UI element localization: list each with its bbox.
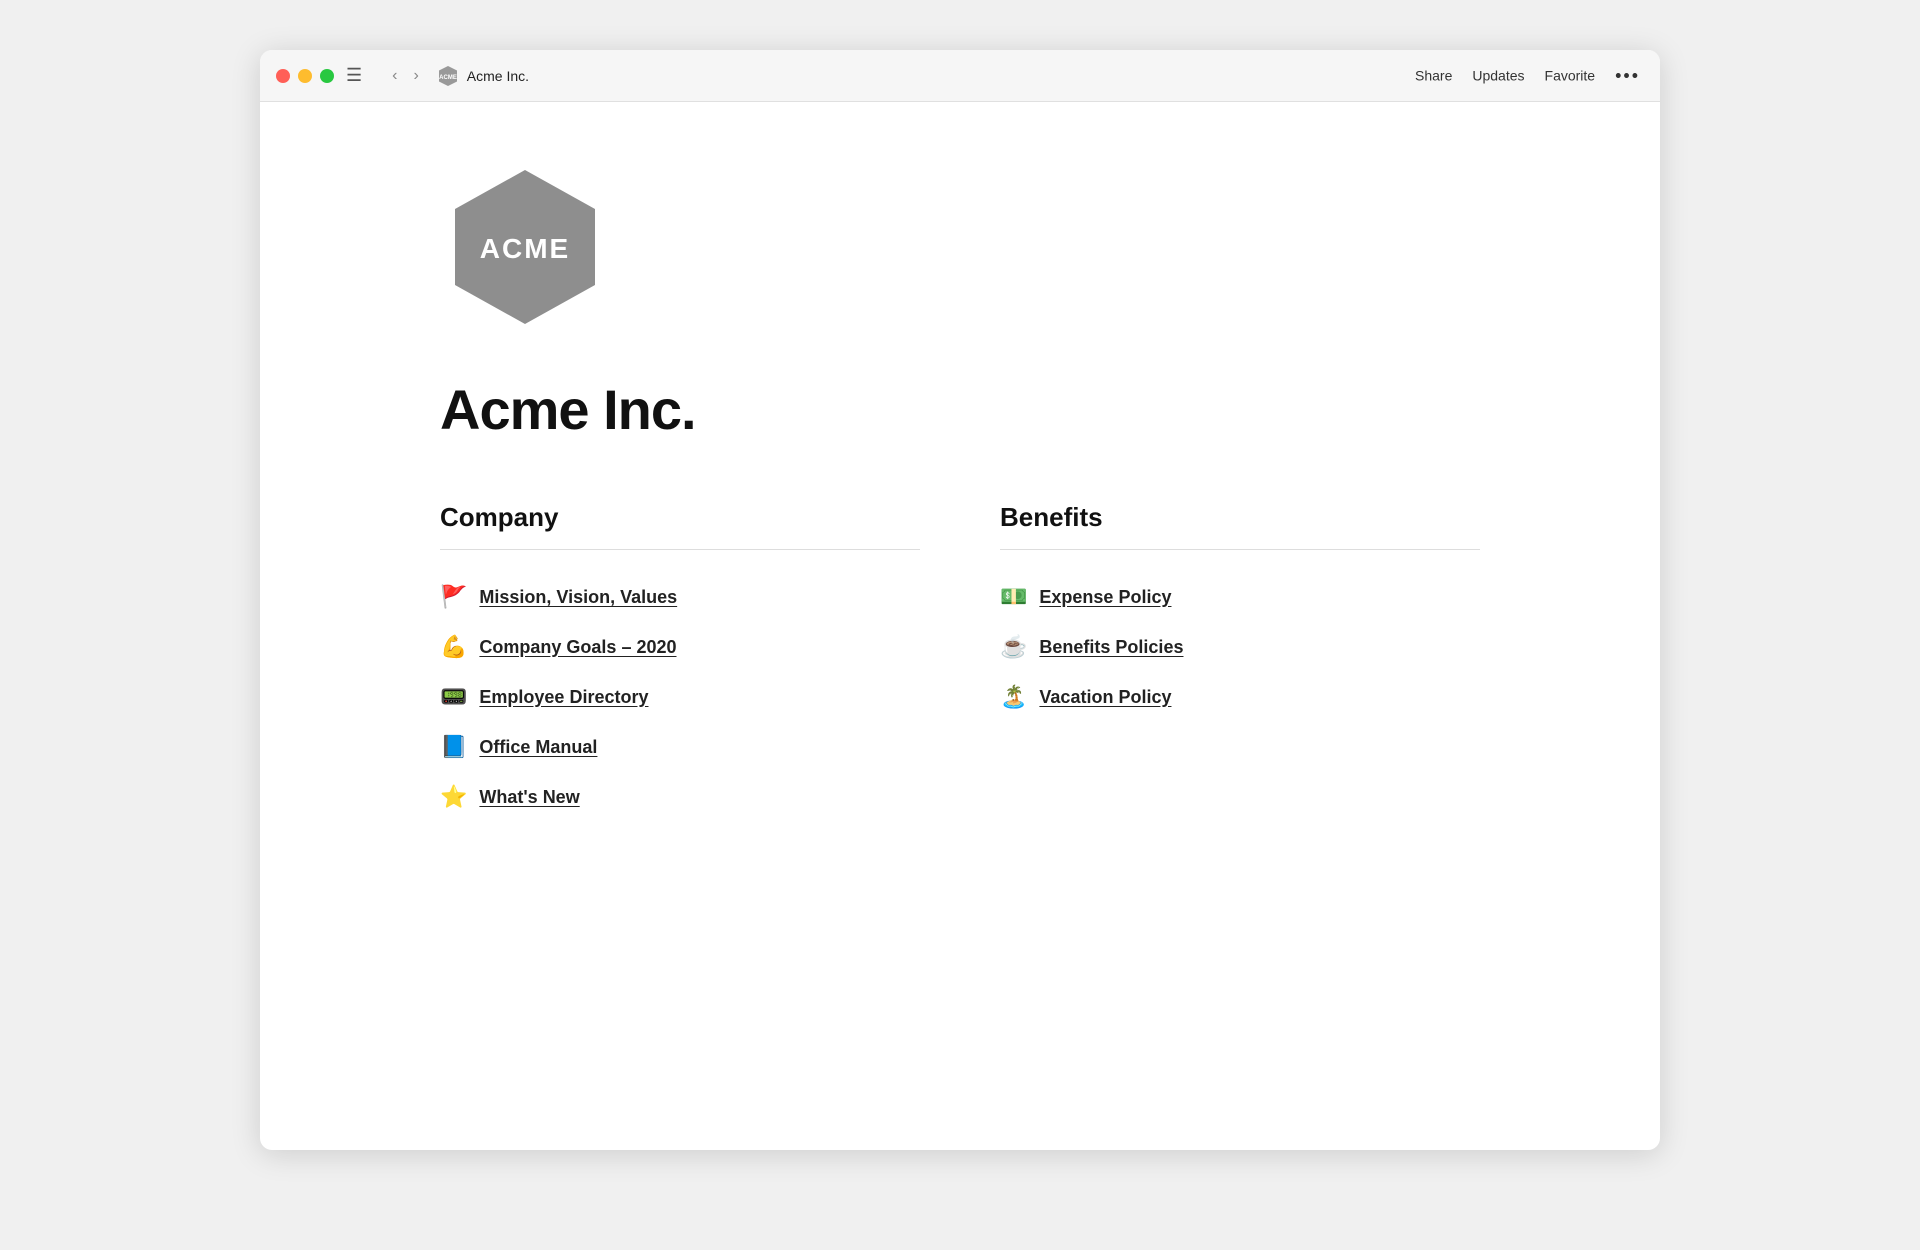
company-section-heading: Company bbox=[440, 502, 920, 533]
list-item: 📟 Employee Directory bbox=[440, 674, 920, 720]
share-button[interactable]: Share bbox=[1415, 68, 1452, 84]
favorite-button[interactable]: Favorite bbox=[1545, 68, 1596, 84]
maximize-button[interactable] bbox=[320, 69, 334, 83]
vacation-icon: 🏝️ bbox=[1000, 684, 1027, 710]
benefits-links-list: 💵 Expense Policy ☕ Benefits Policies 🏝️ … bbox=[1000, 574, 1480, 720]
benefits-section: Benefits 💵 Expense Policy ☕ Benefits Pol… bbox=[1000, 502, 1480, 820]
main-content: ACME Acme Inc. Company 🚩 Mission, Vision… bbox=[260, 102, 1660, 1150]
list-item: ☕ Benefits Policies bbox=[1000, 624, 1480, 670]
whats-new-icon: ⭐ bbox=[440, 784, 467, 810]
mission-icon: 🚩 bbox=[440, 584, 467, 610]
list-item: ⭐ What's New bbox=[440, 774, 920, 820]
logo-container: ACME bbox=[440, 162, 1480, 337]
vacation-policy-link[interactable]: Vacation Policy bbox=[1039, 687, 1171, 708]
titlebar-actions: Share Updates Favorite ••• bbox=[1415, 65, 1640, 86]
manual-icon: 📘 bbox=[440, 734, 467, 760]
company-section: Company 🚩 Mission, Vision, Values 💪 Comp… bbox=[440, 502, 920, 820]
forward-button[interactable]: › bbox=[407, 63, 424, 89]
directory-icon: 📟 bbox=[440, 684, 467, 710]
whats-new-link[interactable]: What's New bbox=[479, 787, 579, 808]
breadcrumb-title: Acme Inc. bbox=[467, 68, 529, 84]
benefits-icon: ☕ bbox=[1000, 634, 1027, 660]
list-item: 💪 Company Goals – 2020 bbox=[440, 624, 920, 670]
list-item: 🏝️ Vacation Policy bbox=[1000, 674, 1480, 720]
employee-directory-link[interactable]: Employee Directory bbox=[479, 687, 648, 708]
page-heading: Acme Inc. bbox=[440, 377, 1480, 442]
nav-controls: ‹ › bbox=[386, 63, 425, 89]
minimize-button[interactable] bbox=[298, 69, 312, 83]
svg-text:ACME: ACME bbox=[439, 75, 457, 81]
benefits-divider bbox=[1000, 549, 1480, 550]
back-button[interactable]: ‹ bbox=[386, 63, 403, 89]
svg-text:ACME: ACME bbox=[480, 233, 570, 264]
list-item: 🚩 Mission, Vision, Values bbox=[440, 574, 920, 620]
titlebar: ☰ ‹ › ACME Acme Inc. Share Updates Favor… bbox=[260, 50, 1660, 102]
expense-policy-link[interactable]: Expense Policy bbox=[1039, 587, 1171, 608]
breadcrumb: ACME Acme Inc. bbox=[437, 65, 529, 87]
goals-link[interactable]: Company Goals – 2020 bbox=[479, 637, 676, 658]
more-options-button[interactable]: ••• bbox=[1615, 65, 1640, 86]
updates-button[interactable]: Updates bbox=[1472, 68, 1524, 84]
company-links-list: 🚩 Mission, Vision, Values 💪 Company Goal… bbox=[440, 574, 920, 820]
acme-logo-icon: ACME bbox=[440, 162, 610, 332]
app-window: ☰ ‹ › ACME Acme Inc. Share Updates Favor… bbox=[260, 50, 1660, 1150]
mission-link[interactable]: Mission, Vision, Values bbox=[479, 587, 677, 608]
office-manual-link[interactable]: Office Manual bbox=[479, 737, 597, 758]
close-button[interactable] bbox=[276, 69, 290, 83]
sections-grid: Company 🚩 Mission, Vision, Values 💪 Comp… bbox=[440, 502, 1480, 860]
acme-logo-small-icon: ACME bbox=[437, 65, 459, 87]
benefits-section-heading: Benefits bbox=[1000, 502, 1480, 533]
goals-icon: 💪 bbox=[440, 634, 467, 660]
benefits-policies-link[interactable]: Benefits Policies bbox=[1039, 637, 1183, 658]
sidebar-toggle-button[interactable]: ☰ bbox=[338, 61, 370, 90]
expense-icon: 💵 bbox=[1000, 584, 1027, 610]
list-item: 📘 Office Manual bbox=[440, 724, 920, 770]
traffic-lights bbox=[276, 69, 334, 83]
list-item: 💵 Expense Policy bbox=[1000, 574, 1480, 620]
company-divider bbox=[440, 549, 920, 550]
